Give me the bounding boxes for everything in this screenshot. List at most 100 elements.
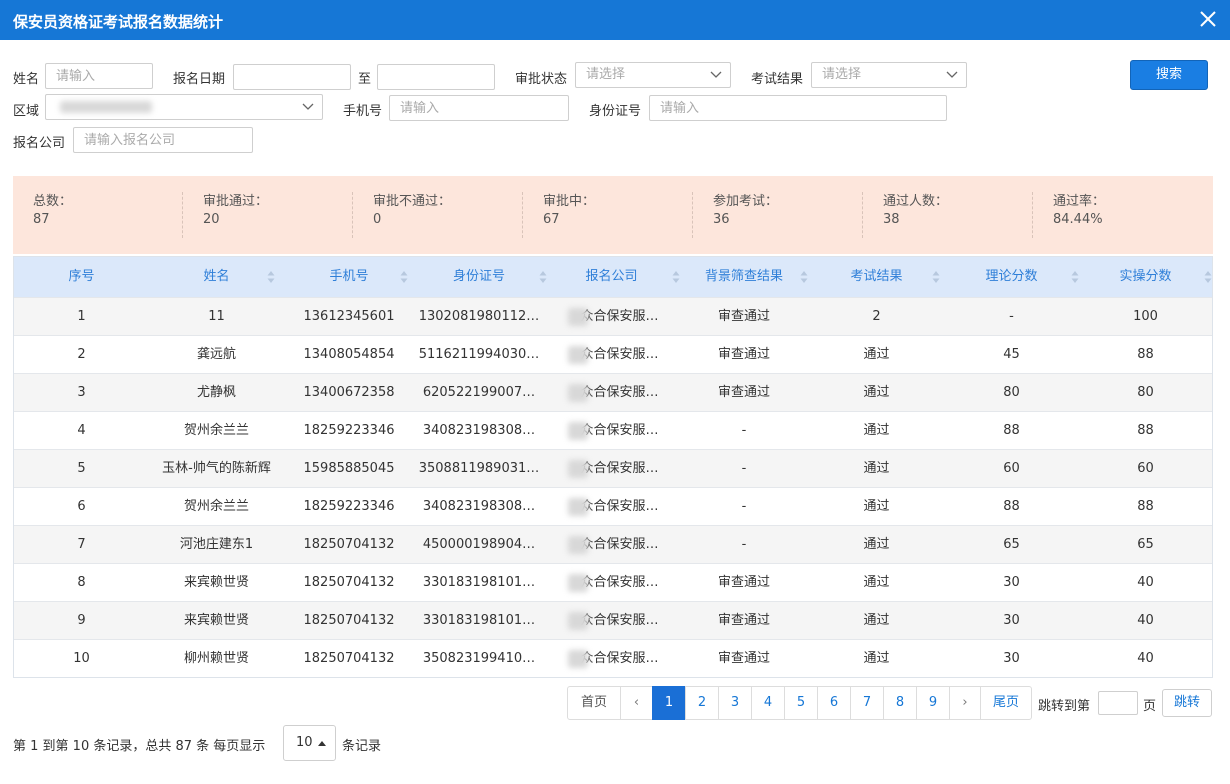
- table-row[interactable]: 1 11 13612345601 1302081980112… 众合保安服… 审查通过 2-…: [14, 297, 1212, 335]
- stat-value: 20: [203, 212, 220, 227]
- exam-result-select[interactable]: 请选择: [811, 62, 967, 88]
- table-row[interactable]: 4 贺州余兰兰 18259223346 340823198308… 众合保安服… - 通过 8…: [14, 411, 1212, 449]
- last-page-button[interactable]: 尾页: [980, 686, 1032, 720]
- cell-id-number: 450000198904…: [422, 537, 536, 552]
- cell-background-check: 审查通过: [717, 347, 770, 362]
- column-header-id-number[interactable]: 身份证号: [414, 257, 544, 297]
- signup-date-end-input[interactable]: [377, 64, 495, 90]
- signup-date-start-input[interactable]: [233, 64, 351, 90]
- cell-id-number: 5116211994030…: [418, 347, 540, 362]
- cell-company: 众合保安服…: [580, 309, 659, 324]
- page-3-button[interactable]: 3: [718, 686, 752, 720]
- cell-company: 众合保安服…: [580, 385, 659, 400]
- stat-label: 总数：: [33, 194, 73, 209]
- jump-page-input[interactable]: [1098, 691, 1138, 715]
- cell-index: 7: [77, 537, 86, 552]
- stat-label: 审批通过：: [203, 194, 269, 209]
- cell-phone: 18259223346: [303, 423, 395, 438]
- redacted-company-prefix: [568, 384, 588, 402]
- table-row[interactable]: 2 龚远航 13408054854 5116211994030… 众合保安服… 审查通过 通…: [14, 335, 1212, 373]
- chevron-down-icon: [302, 103, 314, 110]
- table-row[interactable]: 8 来宾赖世贤 18250704132 330183198101… 众合保安服… 审查通过…: [14, 563, 1212, 601]
- column-header-index[interactable]: 序号: [14, 257, 149, 297]
- sort-icon[interactable]: [932, 270, 940, 284]
- cell-name: 贺州余兰兰: [183, 499, 249, 514]
- table-row[interactable]: 10 柳州赖世贤 18250704132 350823199410… 众合保安服… 审查通…: [14, 639, 1212, 677]
- cell-exam-result: 通过: [863, 461, 890, 476]
- phone-input[interactable]: [389, 95, 569, 121]
- page-8-button[interactable]: 8: [883, 686, 917, 720]
- redacted-company-prefix: [568, 346, 588, 364]
- column-header-exam-result[interactable]: 考试结果: [809, 257, 944, 297]
- table-row[interactable]: 9 来宾赖世贤 18250704132 330183198101… 众合保安服… 审查通过…: [14, 601, 1212, 639]
- cell-phone: 13612345601: [303, 309, 395, 324]
- cell-exam-result: 通过: [863, 651, 890, 666]
- redacted-region: [60, 101, 152, 113]
- cell-exam-result: 通过: [863, 347, 890, 362]
- cell-exam-result: 通过: [863, 499, 890, 514]
- cell-name: 11: [208, 309, 225, 324]
- sort-icon[interactable]: [1204, 270, 1212, 284]
- cell-id-number: 330183198101…: [422, 575, 536, 590]
- search-button[interactable]: 搜索: [1130, 60, 1208, 90]
- sort-icon[interactable]: [800, 270, 808, 284]
- sort-icon[interactable]: [267, 270, 275, 284]
- stat-divider: [1032, 192, 1033, 238]
- cell-name: 河池庄建东1: [179, 537, 254, 552]
- table-row[interactable]: 6 贺州余兰兰 18259223346 340823198308… 众合保安服… - 通过 8…: [14, 487, 1212, 525]
- name-label: 姓名: [13, 72, 40, 87]
- approval-status-select[interactable]: 请选择: [575, 62, 731, 88]
- sort-icon[interactable]: [1071, 270, 1079, 284]
- chevron-down-icon: [710, 71, 722, 78]
- stat-label: 参加考试：: [713, 194, 779, 209]
- table-row[interactable]: 7 河池庄建东1 18250704132 450000198904… 众合保安服… - 通过…: [14, 525, 1212, 563]
- close-icon[interactable]: [1198, 9, 1218, 29]
- stats-panel: 总数： 87 审批通过： 20 审批不通过： 0 审批中： 67 参加考试： 3…: [13, 176, 1213, 254]
- name-input[interactable]: [45, 63, 153, 89]
- cell-index: 9: [77, 613, 86, 628]
- column-header-background-check[interactable]: 背景筛查结果: [679, 257, 809, 297]
- table-body: 1 11 13612345601 1302081980112… 众合保安服… 审查通过 2-…: [14, 297, 1212, 677]
- cell-theory-score: 80: [1003, 385, 1020, 400]
- stat-value: 84.44%: [1053, 212, 1103, 227]
- table-row[interactable]: 3 尤静枫 13400672358 620522199007… 众合保安服… 审查通过 通过…: [14, 373, 1212, 411]
- next-page-button[interactable]: ›: [949, 686, 981, 720]
- cell-background-check: -: [741, 423, 747, 438]
- cell-id-number: 3508811989031…: [418, 461, 540, 476]
- first-page-button[interactable]: 首页: [567, 686, 621, 720]
- page-7-button[interactable]: 7: [850, 686, 884, 720]
- company-input[interactable]: [73, 127, 253, 153]
- redacted-company-prefix: [568, 612, 588, 630]
- pagination: 首页 ‹ 1 2 3 4 5 6 7 8 9 › 尾页: [567, 686, 1032, 720]
- stat-divider: [692, 192, 693, 238]
- cell-id-number: 1302081980112…: [418, 309, 540, 324]
- column-header-name[interactable]: 姓名: [149, 257, 284, 297]
- cell-exam-result: 通过: [863, 575, 890, 590]
- cell-name: 来宾赖世贤: [183, 575, 249, 590]
- page-4-button[interactable]: 4: [751, 686, 785, 720]
- cell-theory-score: 30: [1003, 613, 1020, 628]
- jump-button[interactable]: 跳转: [1162, 689, 1212, 717]
- column-header-phone[interactable]: 手机号: [284, 257, 414, 297]
- cell-phone: 15985885045: [303, 461, 395, 476]
- page-5-button[interactable]: 5: [784, 686, 818, 720]
- caret-up-icon: [318, 741, 326, 746]
- cell-theory-score: 30: [1003, 575, 1020, 590]
- cell-practical-score: 100: [1133, 309, 1158, 324]
- column-header-theory-score[interactable]: 理论分数: [944, 257, 1079, 297]
- sort-icon[interactable]: [400, 270, 408, 284]
- page-size-select[interactable]: 10: [283, 725, 336, 761]
- cell-background-check: 审查通过: [717, 651, 770, 666]
- page-2-button[interactable]: 2: [685, 686, 719, 720]
- column-header-practical-score[interactable]: 实操分数: [1079, 257, 1212, 297]
- prev-page-button[interactable]: ‹: [621, 686, 653, 720]
- page-1-button[interactable]: 1: [652, 686, 686, 720]
- region-label: 区域: [13, 104, 40, 119]
- region-select[interactable]: [45, 94, 323, 120]
- id-number-input[interactable]: [649, 95, 947, 121]
- column-header-company[interactable]: 报名公司: [544, 257, 679, 297]
- page-6-button[interactable]: 6: [817, 686, 851, 720]
- table-row[interactable]: 5 玉林-帅气的陈新辉 15985885045 3508811989031… 众合保安服…: [14, 449, 1212, 487]
- page-9-button[interactable]: 9: [916, 686, 950, 720]
- cell-name: 尤静枫: [196, 385, 236, 400]
